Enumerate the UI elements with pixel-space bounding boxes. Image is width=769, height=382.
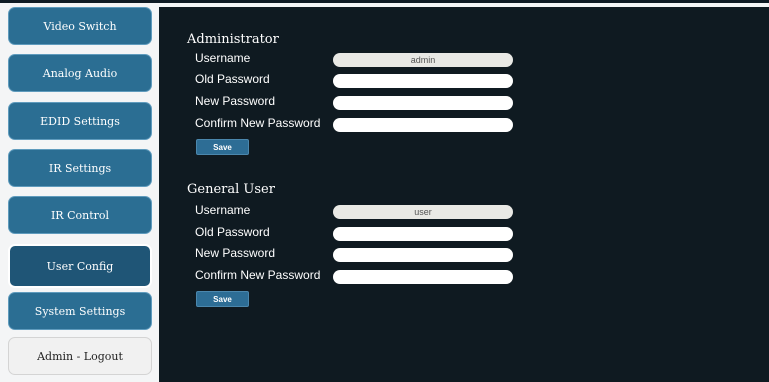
admin-section-title: Administrator bbox=[187, 32, 279, 47]
admin-old-password-label: Old Password bbox=[195, 72, 270, 86]
sidebar-item-user-config[interactable]: User Config bbox=[8, 244, 152, 288]
sidebar: Video Switch Analog Audio EDID Settings … bbox=[6, 7, 154, 382]
sidebar-item-video-switch[interactable]: Video Switch bbox=[8, 7, 152, 45]
admin-username-label: Username bbox=[195, 51, 251, 65]
admin-new-password-input[interactable] bbox=[333, 96, 513, 110]
user-config-panel: Administrator Username admin Old Passwor… bbox=[159, 7, 769, 382]
user-confirm-password-input[interactable] bbox=[333, 270, 513, 284]
user-old-password-label: Old Password bbox=[195, 225, 270, 239]
sidebar-item-ir-control[interactable]: IR Control bbox=[8, 196, 152, 234]
logout-button[interactable]: Admin - Logout bbox=[8, 337, 152, 375]
user-old-password-input[interactable] bbox=[333, 227, 513, 241]
user-username-field: user bbox=[333, 205, 513, 219]
sidebar-item-analog-audio[interactable]: Analog Audio bbox=[8, 54, 152, 92]
admin-confirm-password-label: Confirm New Password bbox=[195, 116, 321, 130]
user-section-title: General User bbox=[187, 182, 275, 197]
sidebar-item-system-settings[interactable]: System Settings bbox=[8, 292, 152, 330]
user-new-password-input[interactable] bbox=[333, 248, 513, 262]
admin-new-password-label: New Password bbox=[195, 94, 276, 108]
admin-confirm-password-input[interactable] bbox=[333, 118, 513, 132]
user-confirm-password-label: Confirm New Password bbox=[195, 268, 321, 282]
admin-save-button[interactable]: Save bbox=[196, 139, 249, 155]
top-border bbox=[0, 0, 769, 3]
user-username-label: Username bbox=[195, 203, 251, 217]
admin-old-password-input[interactable] bbox=[333, 74, 513, 88]
user-save-button[interactable]: Save bbox=[196, 291, 249, 307]
user-new-password-label: New Password bbox=[195, 246, 276, 260]
sidebar-item-ir-settings[interactable]: IR Settings bbox=[8, 149, 152, 187]
admin-username-field: admin bbox=[333, 53, 513, 67]
sidebar-item-edid-settings[interactable]: EDID Settings bbox=[8, 102, 152, 140]
